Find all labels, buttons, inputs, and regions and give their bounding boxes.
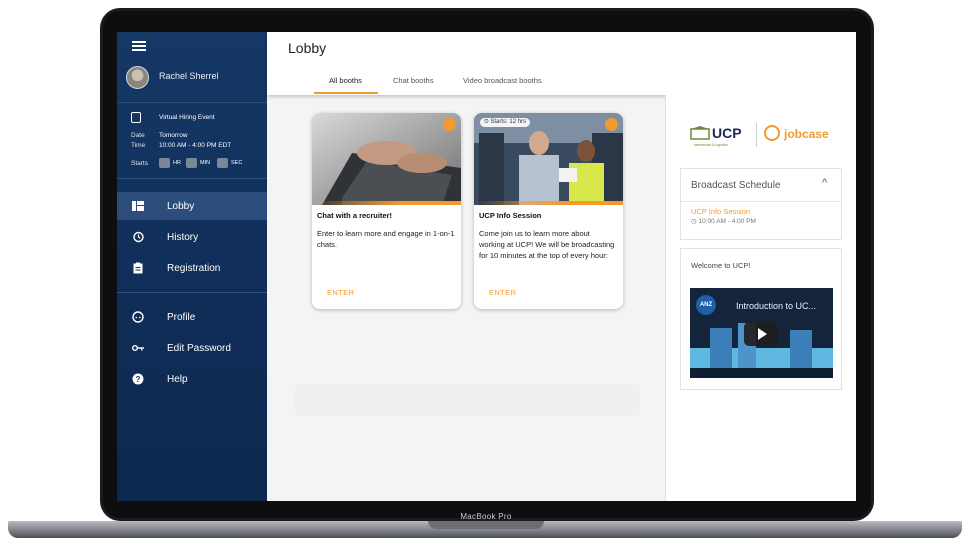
device-label: MacBook Pro: [460, 512, 512, 521]
booth-image: [312, 113, 461, 205]
broadcast-schedule-panel: Broadcast Schedule ^ UCP Info Session ◷ …: [680, 168, 842, 240]
countdown-sec-label: SEC: [231, 160, 243, 166]
nav-item-registration[interactable]: Registration: [117, 254, 267, 282]
ucp-tagline: warehouse & logistics: [694, 143, 728, 147]
main-content: Lobby All booths Chat booths Video broad…: [267, 32, 856, 501]
divider: [681, 201, 841, 202]
time-label: Time: [131, 142, 146, 149]
divider: [117, 178, 267, 179]
chat-icon: [443, 118, 456, 131]
nav-item-lobby[interactable]: Lobby: [117, 192, 267, 220]
nav-label: Registration: [167, 262, 221, 274]
welcome-panel: Welcome to UCP! ANZ Introduction to UC..…: [680, 248, 842, 390]
laptop-notch: [428, 521, 544, 529]
nav-label: Lobby: [167, 200, 195, 212]
help-icon: ?: [132, 373, 144, 385]
time-value: 10:00 AM - 4:00 PM EDT: [159, 142, 232, 149]
card-accent: [474, 201, 623, 205]
booth-title: Chat with a recruiter!: [317, 211, 393, 220]
tab-all-booths[interactable]: All booths: [329, 76, 362, 85]
starts-text: Starts: 12 hrs: [490, 119, 527, 125]
divider: [117, 102, 267, 103]
page-title: Lobby: [288, 40, 327, 56]
menu-icon[interactable]: [132, 41, 146, 51]
tab-video-broadcast-booths[interactable]: Video broadcast booths: [463, 76, 542, 85]
schedule-time-text: 10:00 AM - 4:00 PM: [698, 218, 756, 225]
jobcase-logo-icon: [764, 125, 780, 141]
jobcase-logo: jobcase: [784, 127, 829, 141]
enter-button[interactable]: ENTER: [489, 288, 516, 297]
app-screen: Rachel Sherrel Virtual Hiring Event Date…: [117, 32, 856, 501]
svg-text:?: ?: [136, 375, 141, 384]
starts-chip: ⏲ Starts: 12 hrs: [480, 118, 531, 127]
nav-item-history[interactable]: History: [117, 223, 267, 251]
divider: [117, 292, 267, 293]
broadcast-schedule-title: Broadcast Schedule: [691, 180, 781, 191]
clipboard-icon: [132, 262, 144, 274]
booth-card-chat[interactable]: Chat with a recruiter! Enter to learn mo…: [312, 113, 461, 309]
play-icon: [758, 328, 767, 340]
countdown-minutes: [186, 158, 197, 168]
enter-button[interactable]: ENTER: [327, 288, 354, 297]
top-bar: Lobby All booths Chat booths Video broad…: [267, 32, 856, 95]
clock-icon: ⏲: [484, 119, 489, 125]
placeholder-row: [295, 384, 640, 416]
nav-item-edit-password[interactable]: Edit Password: [117, 334, 267, 362]
ucp-logo: UCP: [712, 125, 742, 141]
booth-description: Come join us to learn more about working…: [479, 229, 615, 260]
video-title: Introduction to UC...: [736, 301, 817, 311]
history-icon: [132, 231, 144, 243]
countdown-min-label: MIN: [200, 160, 211, 166]
date-label: Date: [131, 132, 145, 139]
calendar-icon: [131, 112, 141, 123]
schedule-item-title[interactable]: UCP Info Session: [691, 207, 750, 216]
nav-label: Help: [167, 373, 188, 385]
nav-label: History: [167, 231, 199, 243]
welcome-text: Welcome to UCP!: [691, 261, 751, 270]
card-accent: [312, 201, 461, 205]
event-title: Virtual Hiring Event: [159, 114, 215, 121]
tab-chat-booths[interactable]: Chat booths: [393, 76, 433, 85]
video-icon: [605, 118, 618, 131]
nav-item-help[interactable]: ? Help: [117, 365, 267, 393]
booth-description: Enter to learn more and engage in 1-on-1…: [317, 229, 455, 249]
countdown-hours: [159, 158, 170, 168]
countdown-hr-label: HR: [173, 160, 181, 166]
booth-card-info-session[interactable]: ⏲ Starts: 12 hrs UCP Info Session Come j…: [474, 113, 623, 309]
schedule-item-time: ◷ 10:00 AM - 4:00 PM: [691, 217, 756, 225]
nav-item-profile[interactable]: Profile: [117, 303, 267, 331]
right-panel: UCP warehouse & logistics jobcase Broadc…: [665, 95, 856, 501]
date-value: Tomorrow: [159, 132, 188, 139]
avatar[interactable]: [126, 66, 149, 89]
countdown-seconds: [217, 158, 228, 168]
logo-divider: [756, 123, 757, 147]
face-icon: [132, 311, 144, 323]
key-icon: [132, 342, 144, 354]
video-player[interactable]: ANZ Introduction to UC...: [690, 288, 833, 378]
lobby-icon: [132, 200, 144, 212]
channel-logo: ANZ: [696, 295, 716, 315]
nav-label: Edit Password: [167, 342, 231, 354]
nav-label: Profile: [167, 311, 196, 323]
starts-label: Starts: [131, 160, 148, 167]
chevron-up-icon[interactable]: ^: [822, 177, 827, 189]
booth-title: UCP Info Session: [479, 211, 542, 220]
user-name: Rachel Sherrel: [159, 71, 219, 81]
sidebar: Rachel Sherrel Virtual Hiring Event Date…: [117, 32, 267, 501]
active-tab-indicator: [314, 92, 378, 94]
